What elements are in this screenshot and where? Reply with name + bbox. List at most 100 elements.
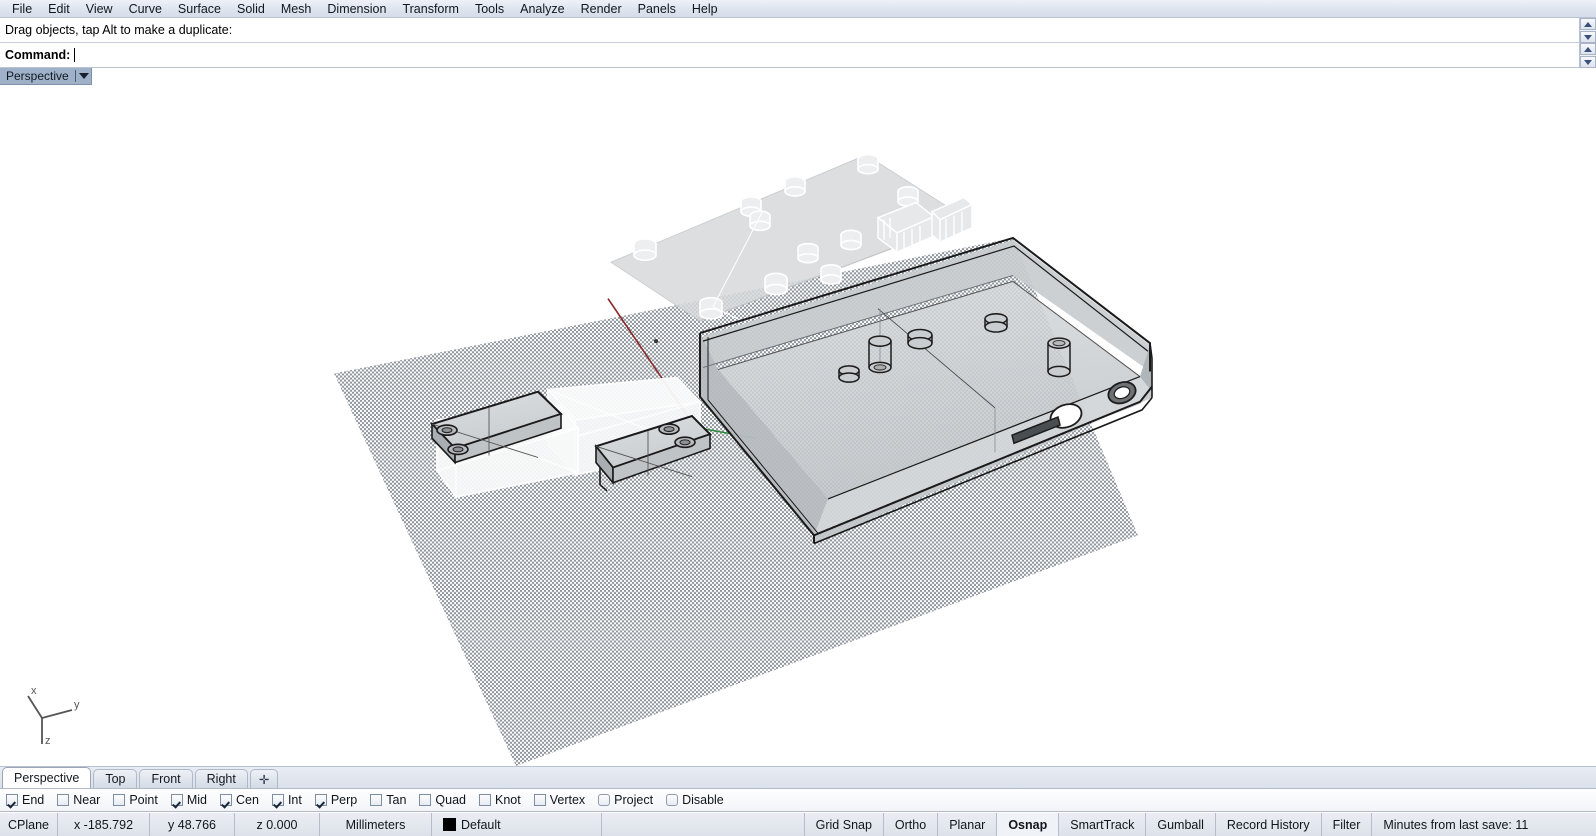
command-prompt-row[interactable]: Command: (0, 43, 1596, 68)
osnap-label-knot: Knot (495, 793, 521, 807)
layer-name-label: Default (461, 817, 501, 832)
status-cplane[interactable]: CPlane (0, 813, 58, 836)
scroll-up-button-2[interactable] (1580, 43, 1596, 55)
osnap-label-near: Near (73, 793, 101, 807)
menu-item-solid[interactable]: Solid (229, 1, 273, 17)
menu-item-tools[interactable]: Tools (467, 1, 512, 17)
add-viewport-icon[interactable]: ✛ (249, 769, 279, 788)
osnap-point[interactable]: Point (113, 793, 158, 807)
standoff-cylinder (699, 296, 723, 320)
osnap-project[interactable]: Project (598, 793, 653, 807)
osnap-knot[interactable]: Knot (479, 793, 521, 807)
standoff-cylinder (857, 153, 879, 175)
scroll-down-button[interactable] (1580, 31, 1596, 43)
osnap-cen[interactable]: Cen (220, 793, 259, 807)
checkbox-knot[interactable] (479, 794, 491, 806)
osnap-vertex[interactable]: Vertex (533, 793, 586, 807)
menu-item-file[interactable]: File (4, 1, 40, 17)
osnap-label-mid: Mid (186, 793, 207, 807)
menu-item-render[interactable]: Render (573, 1, 630, 17)
menu-item-view[interactable]: View (78, 1, 121, 17)
osnap-mid[interactable]: Mid (170, 793, 207, 807)
status-toggle-smarttrack[interactable]: SmartTrack (1059, 813, 1147, 836)
status-toggle-grid-snap[interactable]: Grid Snap (805, 813, 884, 836)
menu-item-transform[interactable]: Transform (394, 1, 467, 17)
checkbox-mid[interactable] (170, 794, 183, 806)
status-coord-x: x -185.792 (58, 813, 150, 836)
checkbox-quad[interactable] (419, 794, 432, 806)
checkbox-near[interactable] (57, 794, 70, 806)
osnap-label-perp: Perp (330, 793, 358, 807)
viewport-tab-front[interactable]: Front (139, 769, 193, 788)
checkbox-perp[interactable] (314, 794, 327, 806)
viewport-title-separator (74, 70, 76, 82)
rhino-application-window: File Edit View Curve Surface Solid Mesh … (0, 0, 1596, 836)
standoff-cylinder (764, 272, 788, 296)
enclosure-standoff (907, 328, 933, 350)
checkbox-int[interactable] (271, 794, 284, 806)
osnap-int[interactable]: Int (271, 793, 302, 807)
standoff-cylinder (784, 175, 806, 197)
menu-bar: File Edit View Curve Surface Solid Mesh … (0, 0, 1596, 18)
command-area: Drag objects, tap Alt to make a duplicat… (0, 18, 1596, 68)
viewport-3d-scene[interactable] (0, 68, 1596, 766)
osnap-label-cen: Cen (236, 793, 259, 807)
checkbox-point[interactable] (113, 794, 126, 806)
scroll-down-button-2[interactable] (1580, 56, 1596, 68)
status-coord-y: y 48.766 (150, 813, 235, 836)
chevron-down-icon[interactable] (78, 73, 89, 79)
command-history-line: Drag objects, tap Alt to make a duplicat… (0, 18, 1596, 43)
status-toggle-planar[interactable]: Planar (938, 813, 998, 836)
command-input[interactable] (70, 43, 1596, 67)
osnap-label-vertex: Vertex (549, 793, 586, 807)
status-units[interactable]: Millimeters (320, 813, 432, 836)
triangle-up-icon-2 (1584, 46, 1592, 52)
osnap-quad[interactable]: Quad (419, 793, 466, 807)
viewport-tab-top[interactable]: Top (93, 769, 138, 788)
checkbox-vertex[interactable] (533, 794, 546, 806)
status-toggle-record-history[interactable]: Record History (1216, 813, 1322, 836)
osnap-perp[interactable]: Perp (314, 793, 358, 807)
status-toggle-osnap[interactable]: Osnap (997, 813, 1060, 836)
checkbox-project[interactable] (598, 794, 611, 806)
command-scrollbar[interactable] (1579, 18, 1596, 68)
status-toggle-filter[interactable]: Filter (1322, 813, 1373, 836)
viewport-tab-bar: Perspective Top Front Right ✛ (0, 767, 1596, 789)
standoff-cylinder (820, 263, 842, 285)
viewport-tab-right[interactable]: Right (194, 769, 248, 788)
osnap-disable[interactable]: Disable (666, 793, 724, 807)
triangle-down-icon-2 (1584, 59, 1592, 65)
status-bar: CPlane x -185.792 y 48.766 z 0.000 Milli… (0, 812, 1596, 836)
osnap-near[interactable]: Near (57, 793, 100, 807)
osnap-label-point: Point (129, 793, 158, 807)
menu-item-edit[interactable]: Edit (40, 1, 78, 17)
menu-item-surface[interactable]: Surface (170, 1, 229, 17)
axis-label-x: x (31, 685, 37, 697)
osnap-end[interactable]: End (6, 793, 44, 807)
checkbox-cen[interactable] (220, 794, 232, 806)
status-layer[interactable]: Default (432, 813, 602, 836)
enclosure-standoff (838, 365, 860, 383)
command-prompt-label: Command: (5, 48, 71, 62)
checkbox-tan[interactable] (370, 794, 383, 806)
menu-item-analyze[interactable]: Analyze (512, 1, 572, 17)
text-caret (74, 48, 76, 62)
viewport-tab-perspective[interactable]: Perspective (2, 767, 92, 788)
menu-item-dimension[interactable]: Dimension (319, 1, 394, 17)
status-toggle-gumball[interactable]: Gumball (1146, 813, 1216, 836)
osnap-tan[interactable]: Tan (370, 793, 406, 807)
status-toggle-ortho[interactable]: Ortho (884, 813, 939, 836)
checkbox-end[interactable] (6, 794, 18, 806)
menu-item-help[interactable]: Help (684, 1, 726, 17)
menu-item-mesh[interactable]: Mesh (273, 1, 320, 17)
menu-item-panels[interactable]: Panels (630, 1, 684, 17)
checkbox-disable[interactable] (666, 794, 679, 806)
layer-color-swatch (443, 818, 456, 831)
viewport-title-tab[interactable]: Perspective (0, 68, 92, 85)
axis-label-z: z (45, 735, 51, 746)
standoff-cylinder (797, 242, 819, 264)
osnap-label-disable: Disable (682, 793, 724, 807)
menu-item-curve[interactable]: Curve (121, 1, 170, 17)
scroll-up-button[interactable] (1580, 18, 1596, 30)
perspective-viewport[interactable]: Perspective x y z (0, 68, 1596, 767)
